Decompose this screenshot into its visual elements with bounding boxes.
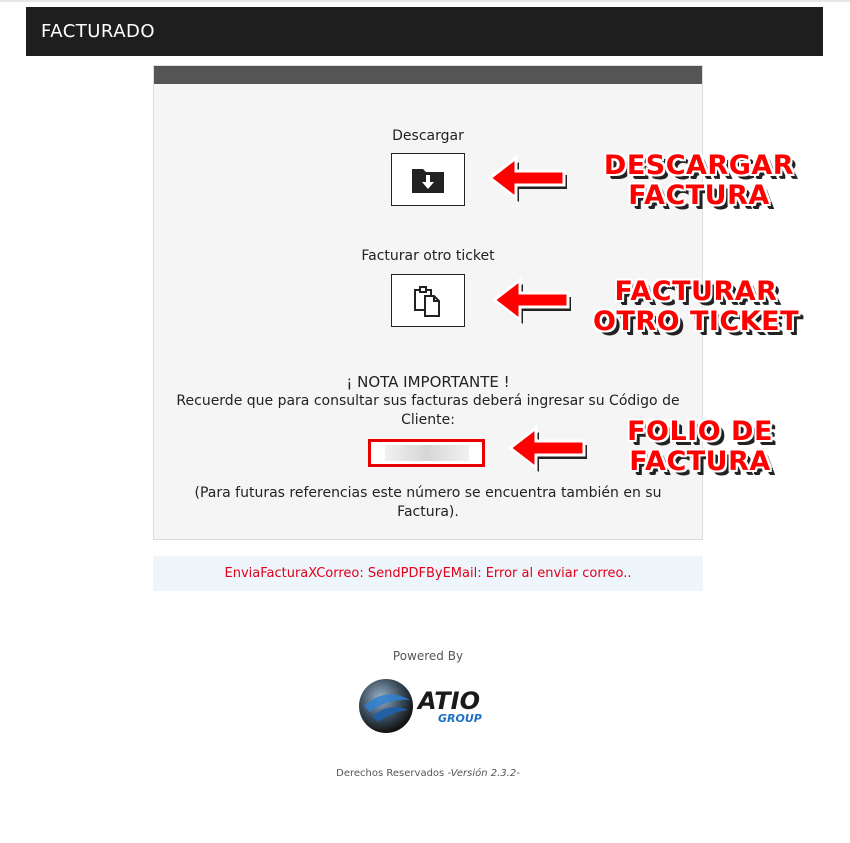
download-button[interactable] xyxy=(391,153,465,206)
top-divider xyxy=(0,0,850,2)
arrow-download-icon xyxy=(487,154,567,202)
copyright-line: Derechos Reservados -Versión 2.3.2- xyxy=(0,768,850,779)
download-folder-icon xyxy=(412,168,444,193)
arrow-folio-icon xyxy=(507,424,587,472)
annotation-another-line2: OTRO TICKET xyxy=(592,306,800,337)
annotation-another-ticket: FACTURAR OTRO TICKET xyxy=(576,277,816,337)
copy-documents-icon xyxy=(414,285,440,317)
annotation-download: DESCARGAR FACTURA xyxy=(596,151,802,211)
annotation-folio-line2: FACTURA xyxy=(629,446,771,477)
atio-group-logo: ATIO GROUP xyxy=(359,679,482,733)
annotation-folio-line1: FOLIO DE xyxy=(627,416,773,447)
folio-value-redacted xyxy=(385,445,469,461)
powered-by-label: Powered By xyxy=(392,649,464,663)
page-header: FACTURADO xyxy=(26,7,823,56)
logo-subtext: GROUP xyxy=(438,712,482,725)
page-title: FACTURADO xyxy=(41,21,156,42)
another-ticket-label: Facturar otro ticket xyxy=(361,248,495,264)
email-error-message: EnviaFacturaXCorreo: SendPDFByEMail: Err… xyxy=(153,556,703,591)
reference-note: (Para futuras referencias este número se… xyxy=(194,485,662,520)
version-text: -Versión 2.3.2- xyxy=(447,768,520,779)
annotation-folio: FOLIO DE FACTURA xyxy=(612,417,788,477)
download-label: Descargar xyxy=(392,128,464,144)
logo-text: ATIO xyxy=(416,687,480,715)
another-ticket-button[interactable] xyxy=(391,274,465,327)
annotation-download-line1: DESCARGAR xyxy=(603,150,795,181)
folio-field xyxy=(368,439,485,467)
panel-header-bar xyxy=(154,66,702,84)
annotation-download-line2: FACTURA xyxy=(628,180,770,211)
important-note-title: ¡ NOTA IMPORTANTE ! xyxy=(346,373,510,391)
arrow-another-ticket-icon xyxy=(491,276,571,324)
rights-text: Derechos Reservados xyxy=(336,768,445,779)
annotation-another-line1: FACTURAR xyxy=(614,276,778,307)
